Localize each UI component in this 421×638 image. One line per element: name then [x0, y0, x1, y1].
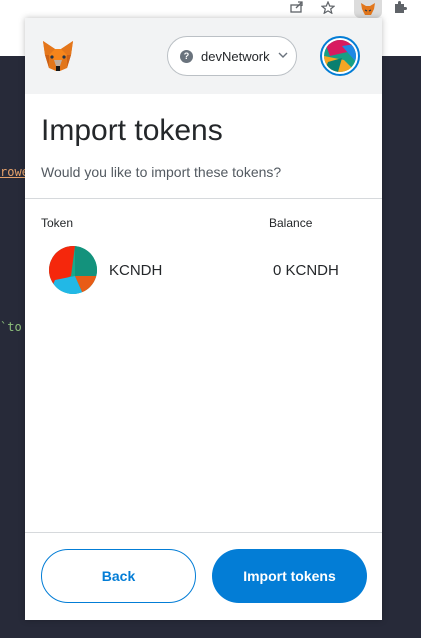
- token-symbol: KCNDH: [109, 262, 163, 279]
- metamask-extension-icon[interactable]: [354, 0, 382, 18]
- account-avatar[interactable]: [320, 36, 360, 76]
- star-icon[interactable]: [320, 0, 336, 14]
- column-header-balance: Balance: [269, 216, 313, 230]
- import-tokens-button[interactable]: Import tokens: [212, 549, 367, 603]
- token-jazzicon-icon: [49, 246, 97, 294]
- metamask-fox-icon[interactable]: [40, 38, 76, 74]
- back-button[interactable]: Back: [41, 549, 196, 603]
- browser-toolbar: [0, 0, 421, 18]
- token-row: KCNDH 0 KCNDH: [25, 246, 382, 298]
- share-icon[interactable]: [289, 0, 305, 14]
- network-label: devNetwork: [201, 48, 270, 64]
- divider: [25, 198, 382, 199]
- network-selector[interactable]: ? devNetwork: [167, 36, 297, 76]
- divider: [25, 532, 382, 533]
- chevron-down-icon: [278, 51, 288, 62]
- puzzle-icon[interactable]: [392, 0, 408, 14]
- metamask-popup: ? devNetwork Import tokens Would you lik…: [25, 18, 382, 620]
- app-header: ? devNetwork: [25, 18, 382, 94]
- page-title: Import tokens: [41, 114, 223, 147]
- token-balance: 0 KCNDH: [273, 262, 339, 279]
- page-subtitle: Would you like to import these tokens?: [41, 164, 282, 180]
- column-header-token: Token: [41, 216, 74, 230]
- network-help-icon: ?: [180, 49, 193, 63]
- code-fragment: `to: [0, 320, 22, 334]
